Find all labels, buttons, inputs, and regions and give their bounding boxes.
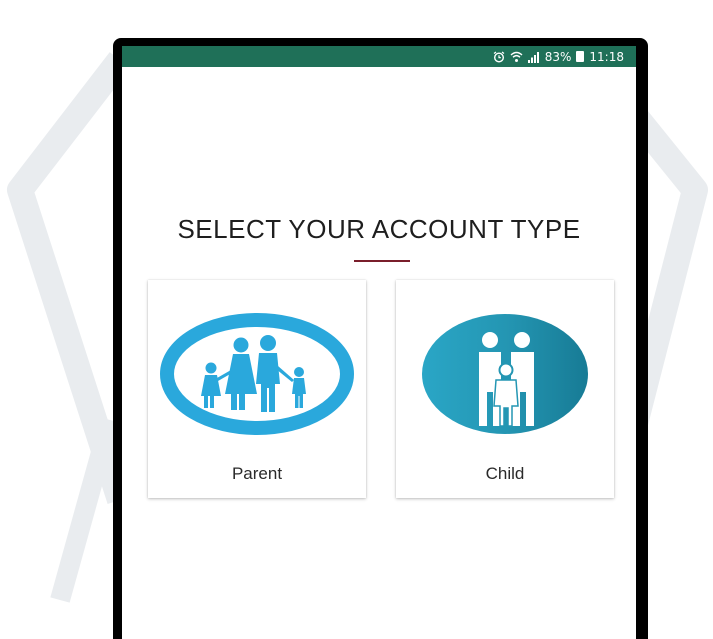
child-icon (422, 314, 588, 434)
page-title: SELECT YOUR ACCOUNT TYPE (177, 214, 581, 244)
status-bar: 83% 11:18 (122, 46, 636, 67)
child-label: Child (485, 464, 525, 483)
parent-account-card[interactable]: Parent (148, 280, 366, 498)
alarm-icon (493, 51, 505, 63)
battery-percent: 83% (544, 49, 572, 64)
phone-frame: 83% 11:18 SELECT YOUR ACCOUNT TYPE Paren… (113, 38, 648, 639)
clock: 11:18 (589, 49, 624, 64)
app-screen: 83% 11:18 SELECT YOUR ACCOUNT TYPE Paren… (122, 46, 636, 639)
child-account-card[interactable]: Child (396, 280, 614, 498)
signal-icon (527, 51, 540, 63)
wifi-icon (510, 51, 523, 63)
parent-label: Parent (231, 464, 283, 483)
family-icon (160, 313, 354, 435)
title-divider (354, 260, 410, 262)
battery-icon (576, 51, 585, 62)
